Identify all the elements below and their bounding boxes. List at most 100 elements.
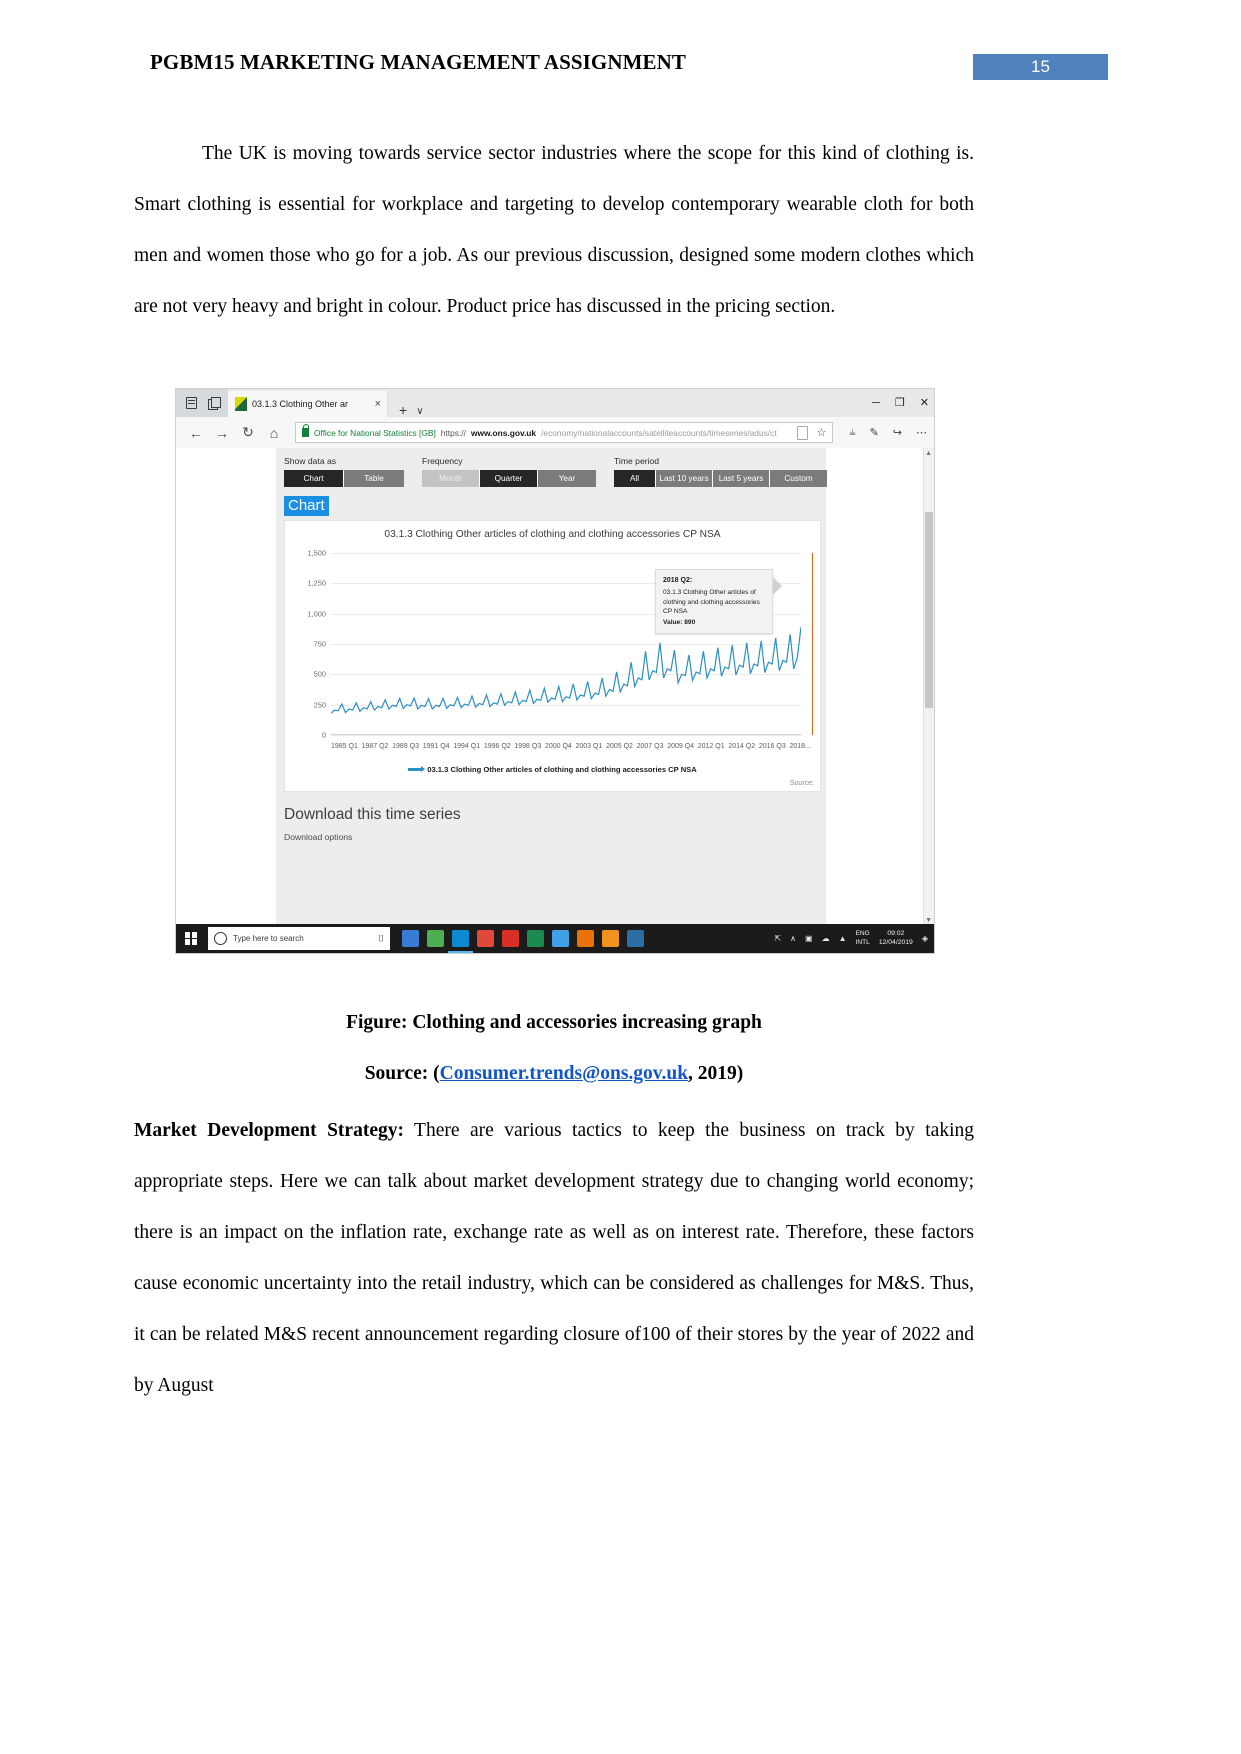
tray-icon-4[interactable]: ▲ xyxy=(839,934,847,943)
chart-card: 03.1.3 Clothing Other articles of clothi… xyxy=(284,520,821,792)
button-quarter[interactable]: Quarter xyxy=(480,470,538,487)
back-icon[interactable]: ← xyxy=(183,425,209,441)
taskbar-clock[interactable]: 09:02 12/04/2019 xyxy=(879,930,913,948)
source-caption: Source: (Consumer.trends@ons.gov.uk, 201… xyxy=(134,1063,974,1085)
app-icon-8[interactable] xyxy=(577,930,594,947)
share-icon[interactable]: ↪ xyxy=(893,426,902,439)
set-tabs-aside-icon[interactable] xyxy=(207,397,221,410)
search-placeholder: Type here to search xyxy=(233,934,304,943)
chart-y-axis-label: 500 xyxy=(313,669,326,679)
maximize-icon[interactable]: ❐ xyxy=(895,397,905,409)
button-chart[interactable]: Chart xyxy=(284,470,344,487)
chart-section-heading: Chart xyxy=(284,496,329,517)
lock-icon xyxy=(302,424,310,437)
chart-x-axis-label: 2014 Q2 xyxy=(728,743,756,750)
button-table[interactable]: Table xyxy=(344,470,404,487)
button-last-5-years[interactable]: Last 5 years xyxy=(713,470,770,487)
paragraph-top: The UK is moving towards service sector … xyxy=(134,143,974,317)
button-row-time-period: All Last 10 years Last 5 years Custom xyxy=(614,470,827,487)
scroll-down-icon[interactable]: ▼ xyxy=(925,917,932,924)
clock-date: 12/04/2019 xyxy=(878,938,913,946)
favourite-star-icon[interactable]: ☆ xyxy=(816,426,826,439)
chart-y-axis-label: 1,500 xyxy=(307,548,327,558)
mail-icon[interactable] xyxy=(627,930,644,947)
chart-x-axis-label: 2016 Q3 xyxy=(758,743,786,750)
control-label-time-period: Time period xyxy=(614,456,660,466)
chart-x-axis-label: 1996 Q2 xyxy=(483,743,511,750)
browser-toolbar-icons: ⫨ ✎ ↪ ⋯ xyxy=(839,426,927,439)
start-button[interactable] xyxy=(176,924,206,953)
browser-address-bar: ← → ↻ ⌂ Office for National Statistics [… xyxy=(176,417,934,448)
task-view-icon[interactable] xyxy=(402,930,419,947)
chart-legend: 03.1.3 Clothing Other articles of clothi… xyxy=(285,765,820,774)
more-icon[interactable]: ⋯ xyxy=(916,426,927,439)
excel-icon[interactable] xyxy=(527,930,544,947)
windows-taskbar: Type here to search ⌷ ⇱ ∧ ▣ ☁ ▲ ENG INTL… xyxy=(176,924,934,953)
source-suffix: , 2019) xyxy=(688,1063,744,1084)
button-custom[interactable]: Custom xyxy=(770,470,827,487)
new-tab-icon[interactable]: + xyxy=(388,403,416,417)
chart-title: 03.1.3 Clothing Other articles of clothi… xyxy=(384,529,721,540)
chart-x-axis-label: 2005 Q2 xyxy=(606,743,633,750)
chart-x-axis-label: 2009 Q4 xyxy=(667,743,695,750)
page-scrollbar[interactable]: ▲ ▼ xyxy=(923,448,934,926)
firefox-icon[interactable] xyxy=(602,930,619,947)
browser-viewport: Show data as Chart Table Frequency Month… xyxy=(176,448,934,926)
minimize-icon[interactable]: ─ xyxy=(872,397,880,409)
paragraph-bottom: Market Development Strategy: There are v… xyxy=(134,1105,974,1411)
tray-icon-3[interactable]: ☁ xyxy=(822,934,830,943)
action-center-icon[interactable]: ◈ xyxy=(922,934,928,943)
tray-icon-1[interactable]: ∧ xyxy=(790,934,796,943)
scroll-up-icon[interactable]: ▲ xyxy=(925,450,932,457)
app-icon-4[interactable] xyxy=(477,930,494,947)
taskbar-app-icons xyxy=(390,930,644,953)
chevron-down-icon[interactable]: ∨ xyxy=(416,406,423,417)
tab-strip-left-controls[interactable] xyxy=(176,389,228,417)
scrollbar-thumb[interactable] xyxy=(925,512,933,708)
taskbar-search-input[interactable]: Type here to search ⌷ xyxy=(208,927,390,950)
chart-gridline xyxy=(331,735,801,736)
control-group-time-period: Time period All Last 10 years Last 5 yea… xyxy=(614,456,827,487)
chart-x-axis-labels: 1985 Q1 1987 Q2 1989 Q3 1991 Q4 1994 Q1 1996 … xyxy=(331,743,811,750)
button-last-10-years[interactable]: Last 10 years xyxy=(656,470,713,487)
button-month[interactable]: Month xyxy=(422,470,480,487)
pdf-icon[interactable] xyxy=(502,930,519,947)
reading-list-icon[interactable] xyxy=(185,397,197,409)
close-icon[interactable]: × xyxy=(375,398,381,410)
source-email-link[interactable]: Consumer.trends@ons.gov.uk xyxy=(440,1063,688,1084)
tray-icon-2[interactable]: ▣ xyxy=(805,934,813,943)
button-all[interactable]: All xyxy=(614,470,656,487)
url-input[interactable]: Office for National Statistics [GB] http… xyxy=(295,422,834,443)
forward-icon[interactable]: → xyxy=(209,425,235,441)
language-primary: ENG xyxy=(855,930,870,938)
tooltip-period: 2018 Q2: xyxy=(663,577,693,584)
app-icon-7[interactable] xyxy=(552,930,569,947)
microphone-icon[interactable]: ⌷ xyxy=(379,933,384,944)
cortana-icon xyxy=(214,932,227,945)
button-year[interactable]: Year xyxy=(538,470,596,487)
button-row-show-data-as: Chart Table xyxy=(284,470,404,487)
notes-icon[interactable]: ✎ xyxy=(870,426,879,439)
chart-x-axis-label: 2003 Q1 xyxy=(575,743,603,750)
home-icon[interactable]: ⌂ xyxy=(261,425,287,441)
chart-tooltip: 2018 Q2: 03.1.3 Clothing Other articles … xyxy=(655,569,773,635)
browser-window: 03.1.3 Clothing Other ar × + ∨ ─ ❐ ✕ ← →… xyxy=(175,388,935,954)
tray-icon-0[interactable]: ⇱ xyxy=(774,934,781,943)
tooltip-series: 03.1.3 Clothing Other articles of clothi… xyxy=(663,589,760,616)
chart-x-axis-label: 1987 Q2 xyxy=(361,743,389,750)
chart-x-axis-label: 2018... xyxy=(789,743,811,750)
hub-icon[interactable]: ⫨ xyxy=(849,426,855,439)
chart-x-axis-label: 1998 Q3 xyxy=(514,743,542,750)
browser-tab[interactable]: 03.1.3 Clothing Other ar × xyxy=(228,391,388,417)
chart-y-axis-label: 1,250 xyxy=(307,578,327,588)
refresh-icon[interactable]: ↻ xyxy=(235,424,261,441)
browser-tab-strip: 03.1.3 Clothing Other ar × + ∨ ─ ❐ ✕ xyxy=(176,389,934,417)
edge-icon[interactable] xyxy=(448,930,473,953)
chart-marker-line xyxy=(811,553,814,735)
language-indicator[interactable]: ENG INTL xyxy=(856,930,870,946)
chart-x-axis-label: 2007 Q3 xyxy=(636,743,664,750)
file-explorer-icon[interactable] xyxy=(427,930,444,947)
legend-swatch-icon xyxy=(408,766,426,772)
window-close-icon[interactable]: ✕ xyxy=(920,397,929,409)
reading-view-icon[interactable] xyxy=(797,425,809,440)
